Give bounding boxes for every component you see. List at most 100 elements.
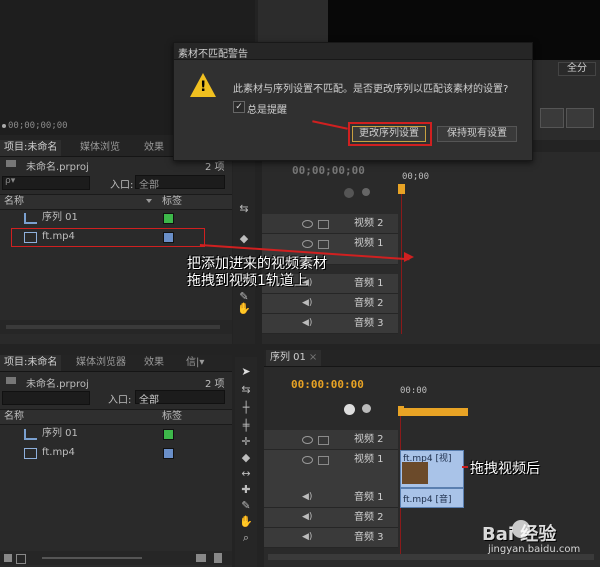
zoom-slider[interactable] [42, 557, 142, 559]
project-top-footer [0, 320, 232, 334]
zoom-tool-icon[interactable]: ⌕ [239, 531, 253, 545]
col-label[interactable]: 标签 [162, 410, 182, 424]
audio-clip[interactable]: ft.mp4 [音] [400, 488, 464, 508]
baidu-paw-icon [512, 520, 530, 538]
work-area-bar[interactable] [398, 408, 468, 416]
track-audio-2-top[interactable]: ◀) 音频 2 [262, 294, 398, 314]
tab-effects[interactable]: 效果 [140, 140, 168, 156]
rolling-edit-tool-icon[interactable]: ╪ [239, 419, 253, 433]
track-audio-3-top[interactable]: ◀) 音频 3 [262, 314, 398, 334]
label-swatch-green [163, 213, 174, 224]
close-icon[interactable]: × [309, 352, 317, 363]
track-video-2-bottom[interactable]: 视频 2 [264, 430, 398, 450]
col-name[interactable]: 名称 [4, 410, 24, 424]
slip-tool-icon[interactable]: ↔ [239, 467, 253, 481]
new-bin-icon[interactable] [196, 554, 206, 562]
scrollbar[interactable] [6, 325, 220, 329]
razor-tool-icon[interactable]: ◆ [237, 232, 251, 246]
clip-icon [24, 448, 37, 459]
project-column-header: 名称 标签 [0, 409, 232, 425]
in-select[interactable]: 全部 [135, 175, 225, 191]
annotation-after-drag: 拖拽视频后 [470, 461, 540, 477]
hand-tool-icon[interactable]: ✋ [237, 302, 251, 316]
program-button-1[interactable] [540, 108, 564, 128]
icon-view-icon[interactable] [16, 554, 26, 564]
always-remind-checkbox[interactable]: ✓ [233, 101, 245, 113]
timeline-bottom-ruler-label: 00:00 [400, 386, 428, 396]
timeline-top-ruler-label: 00;00 [402, 172, 430, 182]
fit-dropdown[interactable]: 全分 [558, 62, 596, 76]
speaker-icon[interactable]: ◀) [302, 532, 312, 542]
snap-icon[interactable] [344, 404, 355, 415]
track-video-2-top[interactable]: 视频 2 [262, 214, 398, 234]
track-select-tool-icon[interactable]: ⇆ [237, 202, 251, 216]
timeline-bottom-timecode[interactable]: 00:00:00:00 [291, 378, 364, 391]
razor-tool-icon[interactable]: ◆ [239, 451, 253, 465]
dialog-titlebar[interactable]: 素材不匹配警告 [174, 43, 532, 60]
timeline-bottom-tabbar: 序列 01 × [264, 350, 600, 367]
project-item-sequence[interactable]: 序列 01 [0, 209, 232, 227]
speaker-icon[interactable]: ◀) [302, 512, 312, 522]
search-input[interactable] [2, 391, 90, 405]
folder-icon [6, 160, 16, 167]
label-swatch-blue [163, 448, 174, 459]
track-select-tool-icon[interactable]: ⇆ [239, 383, 253, 397]
tab-effects[interactable]: 效果 [140, 355, 168, 371]
search-icon: ρ▾ [5, 176, 16, 186]
eye-icon[interactable] [302, 436, 313, 444]
marker-icon[interactable] [362, 404, 371, 413]
tab-project[interactable]: 项目:未命名 [0, 355, 62, 371]
video-clip[interactable]: ft.mp4 [视] [400, 450, 464, 488]
slide-tool-icon[interactable]: ✚ [239, 483, 253, 497]
trash-icon[interactable] [214, 553, 222, 563]
hand-tool-icon[interactable]: ✋ [239, 515, 253, 529]
timeline-top: 00;00;00;00 00;00 视频 2 视频 1 ◀) 音频 1 ◀) 音… [262, 152, 600, 344]
col-name[interactable]: 名称 [4, 195, 24, 209]
project-bottom-footer [0, 551, 232, 565]
track-audio-1-bottom[interactable]: ◀) 音频 1 [264, 488, 398, 508]
selection-tool-icon[interactable]: ➤ [239, 365, 253, 379]
project-item-count: 2 项 [205, 379, 225, 390]
eye-icon[interactable] [302, 456, 313, 464]
list-view-icon[interactable] [4, 554, 12, 562]
tools-top: ⇆ ◆ ↔ ✚ ✎ ✋ [233, 140, 255, 344]
pen-tool-icon[interactable]: ✎ [239, 499, 253, 513]
in-select[interactable]: 全部 [135, 390, 225, 406]
tab-project[interactable]: 项目:未命名 [0, 140, 62, 156]
track-audio-2-bottom[interactable]: ◀) 音频 2 [264, 508, 398, 528]
lock-icon[interactable] [318, 220, 329, 229]
in-label: 入口: [108, 395, 132, 406]
dialog-message: 此素材与序列设置不匹配。是否更改序列以匹配该素材的设置? [233, 84, 509, 95]
highlight-change-button [348, 122, 432, 146]
project-item-sequence[interactable]: 序列 01 [0, 425, 232, 443]
speaker-icon[interactable]: ◀) [302, 492, 312, 502]
tab-info[interactable]: 信|▾ [182, 355, 208, 371]
speaker-icon[interactable]: ◀) [302, 298, 312, 308]
lock-icon[interactable] [318, 436, 329, 445]
tab-sequence[interactable]: 序列 01 × [266, 350, 322, 366]
search-input[interactable]: ρ▾ [2, 176, 90, 190]
eye-icon[interactable] [302, 220, 313, 228]
keep-settings-button[interactable]: 保持现有设置 [437, 126, 517, 142]
playhead-top[interactable] [398, 184, 405, 194]
project-item-clip[interactable]: ft.mp4 [0, 444, 232, 462]
marker-icon[interactable] [362, 188, 370, 196]
timeline-top-timecode[interactable]: 00;00;00;00 [292, 164, 365, 177]
snap-icon[interactable] [344, 188, 354, 198]
lock-icon[interactable] [318, 240, 329, 249]
speaker-icon[interactable]: ◀) [302, 318, 312, 328]
col-label[interactable]: 标签 [162, 195, 182, 209]
program-button-2[interactable] [566, 108, 594, 128]
lock-icon[interactable] [318, 456, 329, 465]
track-video-1-bottom[interactable]: 视频 1 [264, 450, 398, 489]
rate-stretch-tool-icon[interactable]: ✛ [239, 435, 253, 449]
ripple-edit-tool-icon[interactable]: ┼ [239, 401, 253, 415]
tab-media-browser[interactable]: 媒体浏览器 [72, 355, 130, 371]
annotation-after-arrow [462, 466, 468, 468]
source-timecode: 00;00;00;00 [8, 121, 68, 131]
track-audio-3-bottom[interactable]: ◀) 音频 3 [264, 528, 398, 548]
eye-icon[interactable] [302, 240, 313, 248]
always-remind-label: 总是提醒 [247, 105, 287, 116]
tab-media-browser[interactable]: 媒体浏览 [76, 140, 124, 156]
playhead-bottom[interactable] [398, 406, 404, 416]
